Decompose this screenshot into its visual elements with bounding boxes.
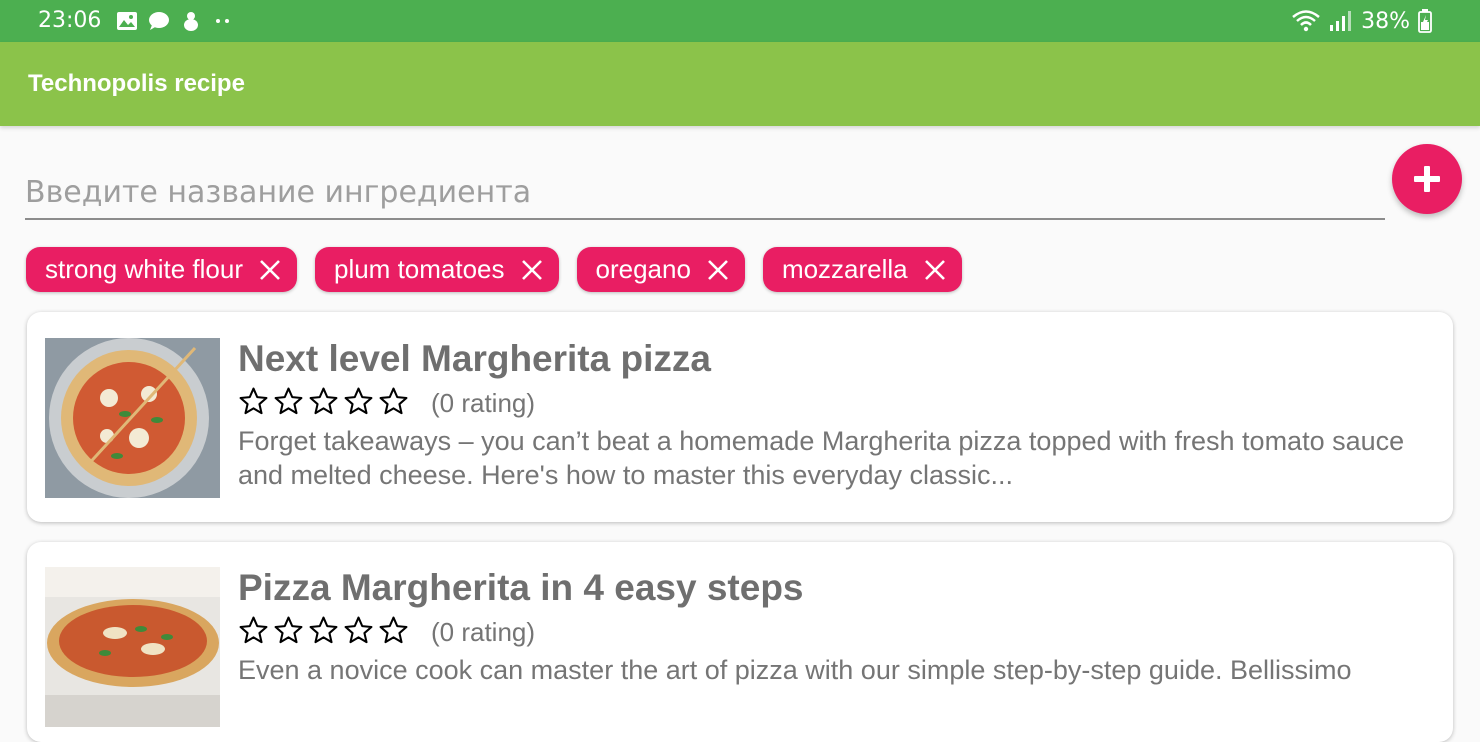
ingredient-chip[interactable]: strong white flour: [26, 247, 297, 292]
ingredient-search-input[interactable]: [25, 166, 1385, 220]
app-bar: Technopolis recipe: [0, 42, 1480, 126]
rating-stars: [238, 386, 409, 417]
status-notification-icons: [116, 8, 234, 34]
app-title: Technopolis recipe: [28, 70, 245, 97]
more-dots-icon: [216, 19, 229, 23]
chip-label: plum tomatoes: [333, 254, 505, 284]
ingredient-chip[interactable]: plum tomatoes: [314, 247, 559, 292]
star-outline-icon: [309, 616, 338, 644]
close-icon: [924, 259, 945, 280]
star-outline-icon: [239, 387, 268, 415]
remove-chip-button[interactable]: [922, 257, 948, 283]
image-icon: [117, 12, 137, 30]
recipe-image: [45, 567, 220, 727]
star-outline-icon: [344, 616, 373, 644]
remove-chip-button[interactable]: [705, 257, 731, 283]
recipe-description: Forget takeaways – you can’t beat a home…: [238, 426, 1405, 490]
star-outline-icon: [274, 387, 303, 415]
star-outline-icon: [344, 387, 373, 415]
ingredient-chip-list: strong white flour plum tomatoes oregano…: [26, 247, 962, 292]
star-outline-icon: [379, 387, 408, 415]
status-bar: 23:06 38%: [0, 0, 1480, 42]
close-icon: [260, 259, 280, 280]
recipe-title: Next level Margherita pizza: [238, 338, 711, 379]
wifi-icon: [1292, 10, 1320, 32]
rating-stars: [238, 615, 409, 646]
ingredient-chip[interactable]: oregano: [576, 247, 745, 292]
star-outline-icon: [239, 616, 268, 644]
remove-chip-button[interactable]: [519, 257, 545, 283]
chip-label: oregano: [595, 254, 691, 284]
plus-icon: [1414, 166, 1440, 192]
star-outline-icon: [379, 616, 408, 644]
star-outline-icon: [309, 387, 338, 415]
bug-icon: [184, 12, 198, 31]
recipe-card[interactable]: Next level Margherita pizza (0 rating) F…: [27, 312, 1453, 522]
close-icon: [521, 259, 542, 280]
recipe-description: Even a novice cook can master the art of…: [238, 655, 1352, 685]
remove-chip-button[interactable]: [257, 257, 283, 283]
recipe-card[interactable]: Pizza Margherita in 4 easy steps (0 rati…: [27, 542, 1453, 742]
close-icon: [708, 259, 728, 280]
star-outline-icon: [274, 616, 303, 644]
chat-icon: [149, 12, 169, 30]
battery-icon: [1418, 9, 1432, 33]
add-ingredient-button[interactable]: [1392, 144, 1462, 214]
chip-label: strong white flour: [45, 254, 243, 284]
recipe-image: [45, 338, 220, 498]
ingredient-chip[interactable]: mozzarella: [762, 247, 962, 292]
chip-label: mozzarella: [781, 254, 908, 284]
signal-icon: [1330, 11, 1352, 31]
recipe-title: Pizza Margherita in 4 easy steps: [238, 567, 804, 608]
status-time: 23:06: [38, 8, 102, 33]
battery-percent: 38%: [1361, 8, 1410, 34]
rating-count: (0 rating): [431, 617, 536, 647]
rating-count: (0 rating): [431, 388, 536, 418]
status-system-icons: 38%: [1291, 8, 1432, 34]
